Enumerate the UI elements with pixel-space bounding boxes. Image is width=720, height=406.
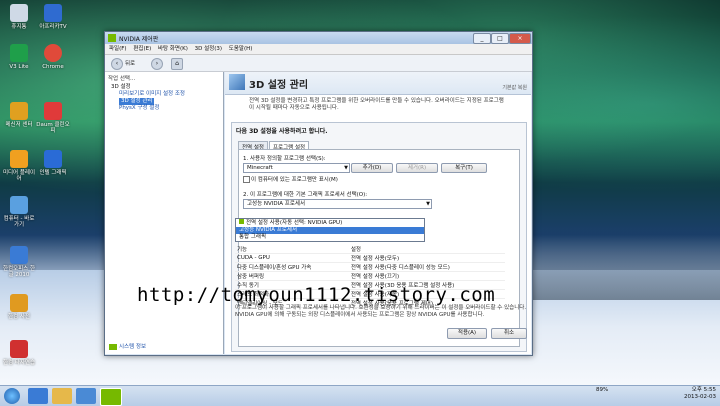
v3-icon	[10, 44, 28, 62]
tree-item-3d-settings[interactable]: 3D 설정	[111, 84, 223, 91]
table-header-row: 기능 설정	[235, 245, 505, 254]
desktop-wallpaper-trees	[520, 230, 720, 300]
dropdown-option-global[interactable]: 전역 설정 사용(자동 선택: NVIDIA GPU)	[236, 219, 424, 227]
table-row[interactable]: CUDA - GPU 전역 설정 사용(모두)	[235, 253, 505, 263]
messenger-icon	[10, 102, 28, 120]
chevron-down-icon: ▼	[344, 165, 348, 171]
home-button[interactable]: ⌂	[171, 58, 183, 70]
dropdown-option-high-performance[interactable]: 고성능 NVIDIA 프로세서	[236, 227, 424, 234]
remove-button[interactable]: 제거(R)	[396, 163, 438, 173]
menu-bar: 파일(F) 편집(E) 바탕 화면(K) 3D 설정(3) 도움말(H)	[105, 44, 532, 55]
cancel-button[interactable]: 취소	[491, 328, 527, 339]
page-description: 전역 3D 설정을 변경하고 특정 프로그램을 위한 오버라이드를 만들 수 있…	[249, 98, 504, 111]
page-header: 3D 설정 관리 기본값 복원	[225, 72, 531, 95]
settings-caption: 다음 3D 설정을 사용하려고 합니다.	[236, 128, 328, 135]
hancom-icon	[10, 246, 28, 264]
taskbar-media-icon[interactable]	[76, 388, 96, 404]
desktop-icon-daum[interactable]: Daum 클린오피	[36, 102, 70, 134]
battery-indicator[interactable]: 89%	[596, 387, 608, 393]
menu-3d-settings[interactable]: 3D 설정(3)	[195, 46, 222, 52]
program-select[interactable]: Minecraft ▼	[243, 163, 350, 173]
daum-icon	[44, 102, 62, 120]
watermark-text: http://tomyoun1112.tistory.com	[137, 284, 496, 306]
system-info-icon	[109, 343, 117, 350]
processor-dropdown-list: 전역 설정 사용(자동 선택: NVIDIA GPU) 고성능 NVIDIA 프…	[235, 218, 425, 242]
add-button[interactable]: 추가(D)	[351, 163, 393, 173]
navigation-bar: ‹ 뒤로 › ⌂	[105, 55, 532, 72]
3d-settings-icon	[229, 74, 245, 90]
step1-label: 1. 사용자 정의할 프로그램 선택(S):	[243, 156, 326, 162]
desktop-icon-hancom[interactable]: 한컴오피스 한글 2010	[2, 246, 36, 278]
desktop-icon-chrome[interactable]: Chrome	[36, 44, 70, 70]
nvidia-logo-icon	[108, 34, 116, 42]
back-label: 뒤로	[125, 61, 136, 67]
main-pane: 3D 설정 관리 기본값 복원 전역 3D 설정을 변경하고 특정 프로그램을 …	[225, 72, 531, 354]
media-icon	[10, 150, 28, 168]
title-bar[interactable]: NVIDIA 제어판 _ □ ×	[105, 32, 532, 44]
tree-item-physx[interactable]: PhysX 구성 설정	[111, 105, 223, 112]
table-row[interactable]: 삼중 버퍼링 전역 설정 사용(끄기)	[235, 271, 505, 281]
desktop-icon-messenger[interactable]: 메신저 센터	[2, 102, 36, 128]
afreecatv-icon	[44, 4, 62, 22]
restore-button[interactable]: 복구(T)	[441, 163, 487, 173]
nvidia-control-panel-window: NVIDIA 제어판 _ □ × 파일(F) 편집(E) 바탕 화면(K) 3D…	[104, 31, 533, 356]
recycle-bin-icon	[10, 4, 28, 22]
desktop-icon-dictionary[interactable]: 한컴 사전	[2, 294, 36, 320]
nvidia-option-icon	[239, 219, 244, 224]
typing-icon	[10, 340, 28, 358]
processor-select[interactable]: 고성능 NVIDIA 프로세서 ▼	[243, 199, 432, 209]
menu-desktop[interactable]: 바탕 화면(K)	[158, 46, 188, 52]
menu-edit[interactable]: 편집(E)	[133, 46, 151, 52]
restore-defaults-link[interactable]: 기본값 복원	[502, 84, 527, 91]
page-title: 3D 설정 관리	[249, 80, 309, 91]
chevron-down-icon: ▼	[426, 201, 430, 207]
close-button[interactable]: ×	[509, 33, 531, 44]
desktop-icon-intel[interactable]: 인텔 그래픽	[36, 150, 70, 176]
desktop-icon-recycle-bin[interactable]: 휴지통	[2, 4, 36, 30]
show-only-checkbox[interactable]	[243, 176, 250, 183]
taskbar-ie-icon[interactable]	[28, 388, 48, 404]
show-only-label: 이 컴퓨터에 있는 프로그램만 표시(M)	[251, 177, 338, 183]
window-title: NVIDIA 제어판	[119, 36, 159, 43]
computer-icon	[10, 196, 28, 214]
desktop-icon-typing[interactable]: 한컴 타자연습	[2, 340, 36, 366]
dictionary-icon	[10, 294, 28, 312]
table-row[interactable]: 다중 디스플레이/혼성 GPU 가속 전역 설정 사용(다중 디스플레이 성능 모…	[235, 262, 505, 272]
system-tray: 89% 오후 5:55 2013-02-03	[596, 387, 716, 401]
tree-item-manage-3d[interactable]: 3D 설정 관리	[119, 98, 155, 105]
menu-help[interactable]: 도움말(H)	[229, 46, 253, 52]
desktop-icon-computer[interactable]: 컴퓨터 - 바로 가기	[2, 196, 36, 228]
system-info-link[interactable]: 시스템 정보	[109, 342, 146, 350]
start-button[interactable]	[4, 388, 20, 404]
clock[interactable]: 오후 5:55 2013-02-03	[684, 387, 716, 400]
step2-label: 2. 이 프로그램에 대한 기본 그래픽 프로세서 선택(O):	[243, 192, 368, 198]
processor-description: 이 프로그램이 사용할 그래픽 프로세서를 나타냅니다. 호환성을 보장하기 위…	[235, 305, 527, 318]
task-tree: 3D 설정 미리보기로 이미지 설정 조정 3D 설정 관리 PhysX 구성 …	[105, 84, 223, 112]
taskbar-nvidia-icon[interactable]	[100, 388, 122, 406]
apply-button[interactable]: 적용(A)	[447, 328, 487, 339]
maximize-button[interactable]: □	[491, 33, 509, 44]
chrome-icon	[44, 44, 62, 62]
intel-icon	[44, 150, 62, 168]
taskbar-explorer-icon[interactable]	[52, 388, 72, 404]
forward-button[interactable]: ›	[151, 58, 163, 70]
minimize-button[interactable]: _	[473, 33, 491, 44]
task-header: 작업 선택...	[108, 76, 136, 82]
desktop-icon-afreecatv[interactable]: 아프리카TV	[36, 4, 70, 30]
dropdown-option-integrated[interactable]: 통합 그래픽	[236, 234, 424, 241]
desktop-icon-v3[interactable]: V3 Lite	[2, 44, 36, 70]
taskbar: 89% 오후 5:55 2013-02-03	[0, 385, 720, 406]
menu-file[interactable]: 파일(F)	[109, 46, 127, 52]
task-pane: 작업 선택... 3D 설정 미리보기로 이미지 설정 조정 3D 설정 관리 …	[105, 72, 224, 354]
back-button[interactable]: ‹	[111, 58, 123, 70]
desktop-icon-media[interactable]: 미디어 플레이어	[2, 150, 36, 182]
tree-item-preview-adjust[interactable]: 미리보기로 이미지 설정 조정	[111, 91, 223, 98]
